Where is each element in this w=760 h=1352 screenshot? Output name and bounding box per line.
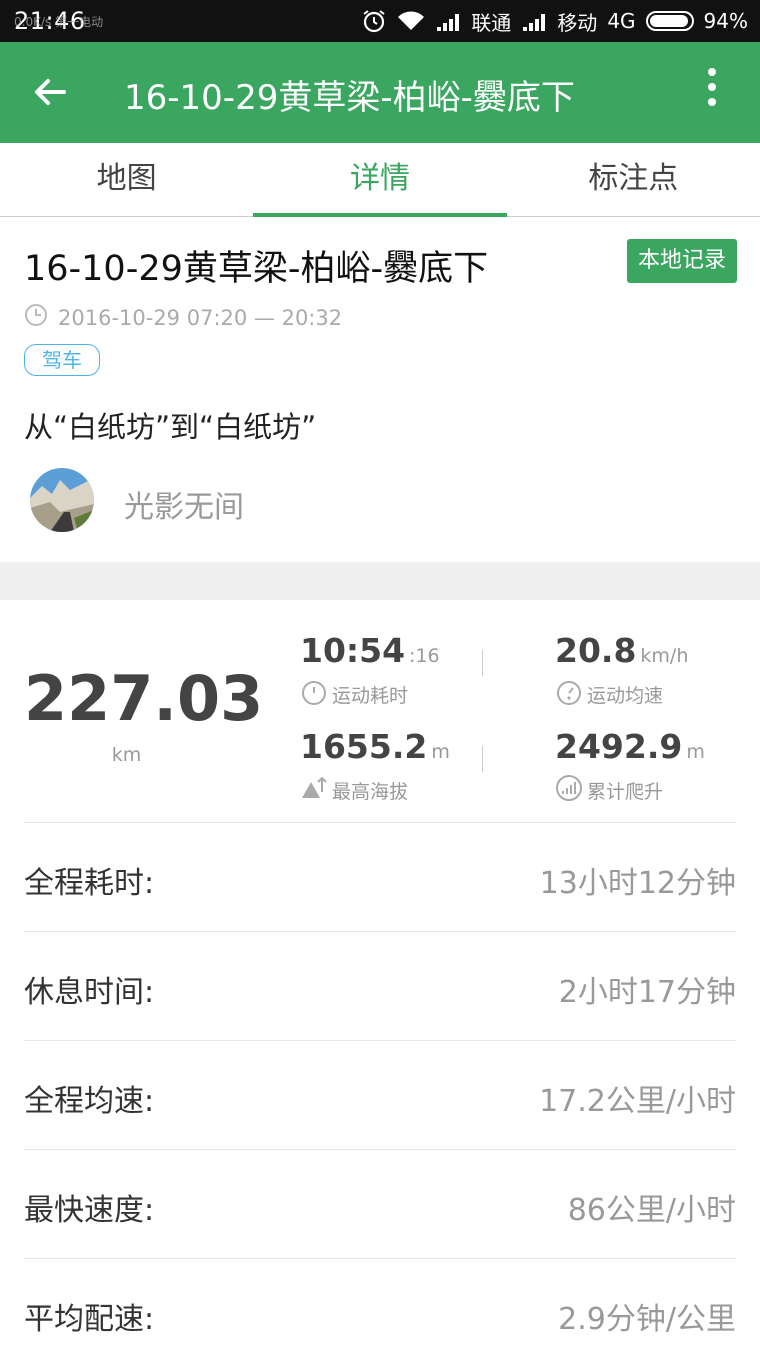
total-climb-value: 2492.9	[555, 727, 683, 766]
detail-value-avg-pace: 2.9分钟/公里	[558, 1302, 736, 1337]
detail-value-max-speed: 86公里/小时	[567, 1193, 736, 1228]
signal-icon	[435, 11, 461, 31]
divider	[24, 1258, 736, 1259]
carrier-2: 移动	[557, 10, 598, 35]
distance-summary: 227.03 km	[24, 662, 264, 767]
tab-bar: 地图 详情 标注点	[0, 143, 760, 217]
avg-speed-unit: km/h	[640, 645, 689, 667]
moving-time-label: 运动耗时	[332, 685, 409, 707]
max-altitude-unit: m	[431, 741, 450, 763]
detail-label-overall-speed: 全程均速:	[24, 1084, 155, 1119]
time-range-row: 2016-10-29 07:20 — 20:32	[24, 303, 342, 332]
time-range: 2016-10-29 07:20 — 20:32	[58, 305, 343, 330]
detail-label-rest-time: 休息时间:	[24, 975, 155, 1010]
avg-speed-stat: 20.8 km/h 运动均速	[555, 633, 688, 711]
tab-details[interactable]: 详情	[253, 143, 507, 217]
track-title: 16-10-29黄草梁-柏峪-爨底下	[24, 249, 489, 289]
moving-time-seconds: :16	[409, 645, 440, 667]
stat-divider	[482, 650, 483, 676]
divider	[24, 1040, 736, 1041]
detail-label-total-time: 全程耗时:	[24, 866, 155, 901]
section-divider	[0, 562, 760, 600]
max-altitude-value: 1655.2	[300, 727, 428, 766]
alarm-icon	[361, 8, 387, 34]
wifi-icon	[397, 10, 425, 32]
divider	[24, 1149, 736, 1150]
app-bar: 16-10-29黄草梁-柏峪-爨底下	[0, 42, 760, 143]
status-bar: 21:46 0.0K/s 第一电动 联通 移动 4G 94%	[0, 0, 760, 42]
more-vertical-icon[interactable]	[700, 68, 724, 118]
divider	[24, 931, 736, 932]
avg-speed-value: 20.8	[555, 631, 637, 670]
distance-unit: km	[111, 744, 142, 766]
total-climb-label: 累计爬升	[587, 781, 664, 803]
travel-mode-badge: 驾车	[24, 344, 100, 376]
divider	[24, 822, 736, 823]
carrier-1: 联通	[471, 10, 512, 35]
battery-icon	[645, 11, 694, 31]
tab-markers[interactable]: 标注点	[507, 143, 760, 216]
moving-time-stat: 10:54:16 运动耗时	[300, 633, 440, 711]
avg-speed-label: 运动均速	[587, 685, 664, 707]
avatar[interactable]	[30, 468, 94, 532]
detail-label-max-speed: 最快速度:	[24, 1193, 155, 1228]
detail-label-avg-pace: 平均配速:	[24, 1302, 155, 1337]
network-type: 4G	[607, 9, 636, 33]
status-ghost-text: 0.0K/s 第一电动	[14, 15, 104, 29]
battery-level: 94%	[703, 9, 748, 33]
username[interactable]: 光影无间	[124, 482, 244, 526]
max-altitude-label: 最高海拔	[332, 781, 409, 803]
route-text: 从“白纸坊”到“白纸坊”	[24, 410, 317, 444]
moving-time-value: 10:54	[300, 631, 406, 670]
climb-icon	[555, 774, 583, 807]
detail-value-rest-time: 2小时17分钟	[558, 975, 736, 1010]
detail-value-total-time: 13小时12分钟	[539, 866, 736, 901]
detail-value-overall-speed: 17.2公里/小时	[539, 1084, 736, 1119]
signal-icon-2	[521, 11, 547, 31]
stat-divider-2	[482, 746, 483, 772]
local-record-badge: 本地记录	[627, 239, 737, 283]
stopwatch-icon	[300, 678, 328, 711]
max-altitude-stat: 1655.2 m 最高海拔	[300, 729, 450, 807]
clock-icon	[24, 303, 48, 332]
arrow-left-icon[interactable]	[30, 72, 70, 112]
app-bar-title: 16-10-29黄草梁-柏峪-爨底下	[124, 78, 575, 118]
total-climb-unit: m	[686, 741, 705, 763]
distance-value: 227.03	[24, 662, 264, 735]
total-climb-stat: 2492.9 m 累计爬升	[555, 729, 705, 807]
mountain-icon	[300, 774, 328, 807]
speedometer-icon	[555, 678, 583, 711]
tab-map[interactable]: 地图	[0, 143, 253, 216]
